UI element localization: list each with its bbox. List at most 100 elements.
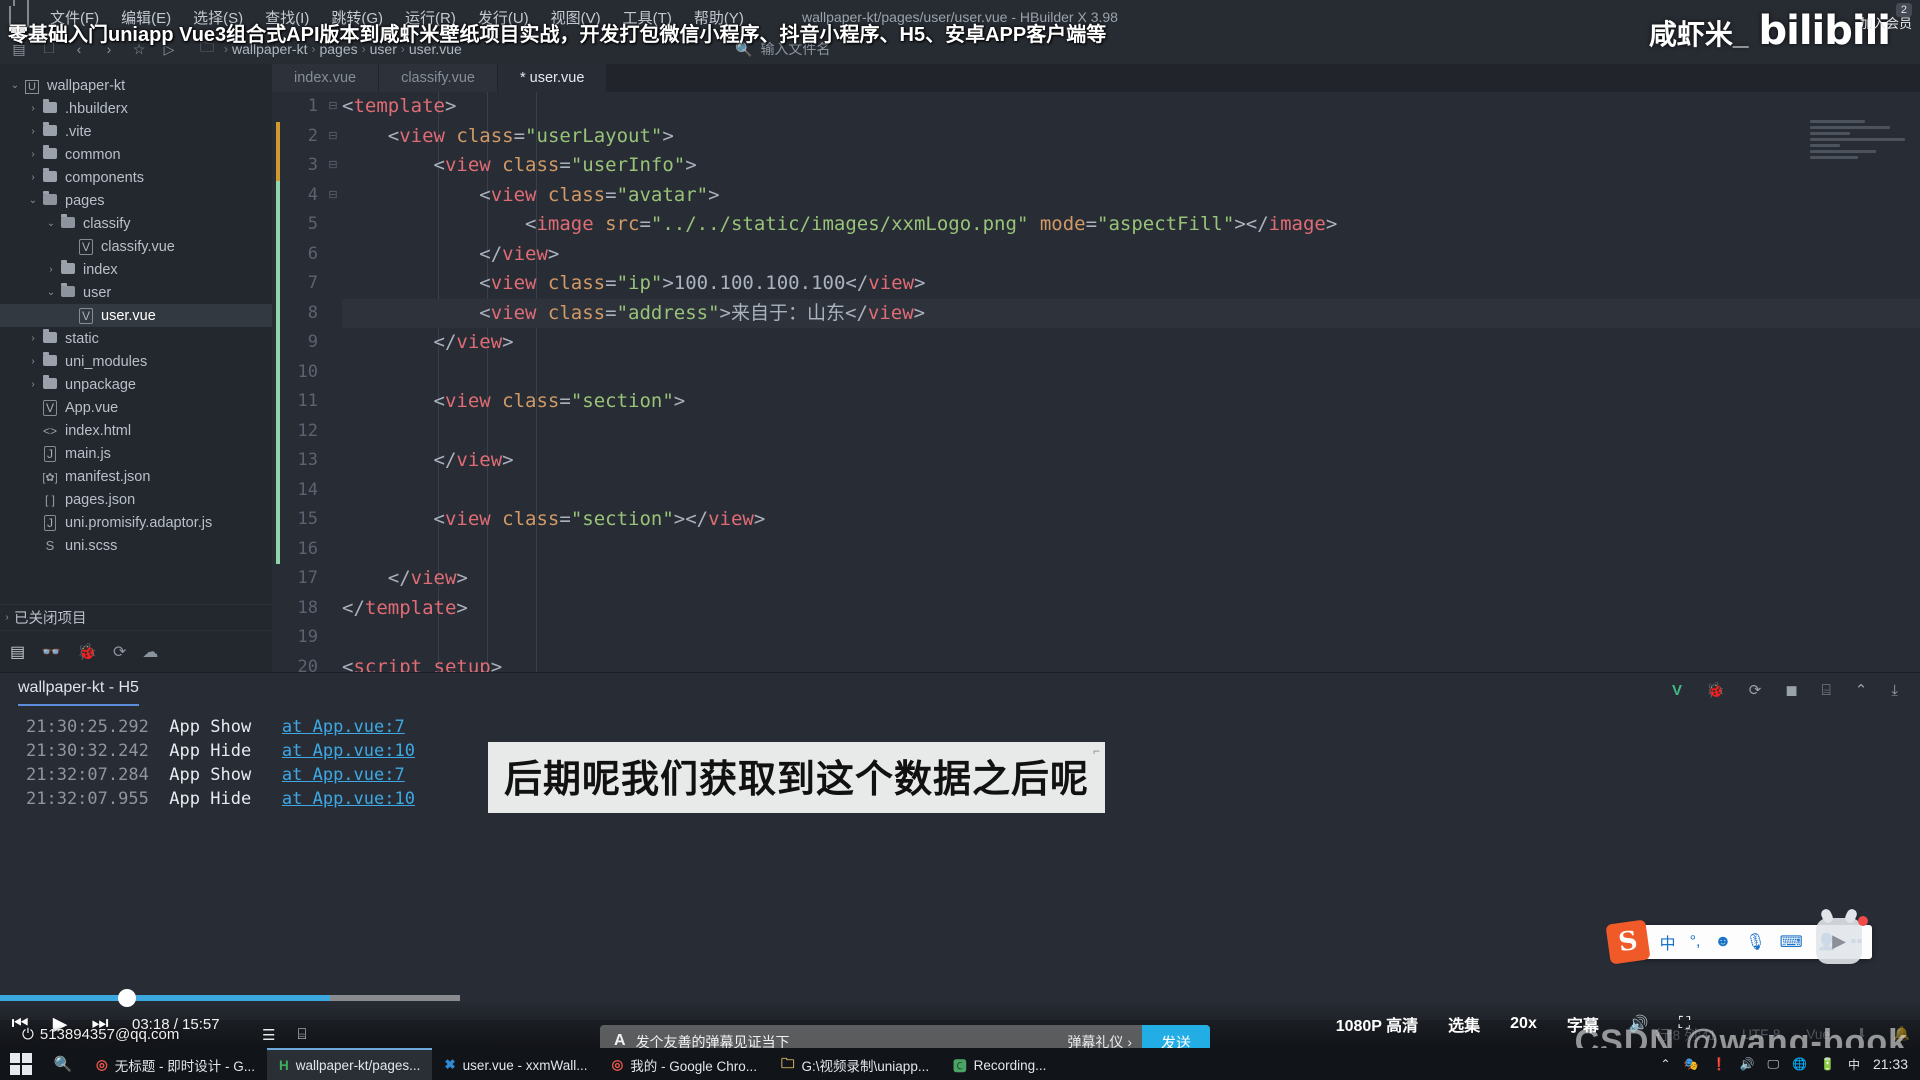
taskbar-item-4[interactable]: 🗀 G:\视频录制\uniapp... (769, 1048, 941, 1080)
code-editor[interactable]: index.vue classify.vue * user.vue 12345678… (272, 64, 1920, 672)
terminal-share-icon[interactable]: ⟳ (113, 642, 126, 662)
chevron-right-icon[interactable]: › (26, 126, 40, 137)
tree-item-unpackage[interactable]: › unpackage (0, 373, 272, 396)
tree-item-uni-promisify-adaptor-js[interactable]: Juni.promisify.adaptor.js (0, 511, 272, 534)
cloud-icon[interactable]: ☁ (142, 642, 158, 662)
overlay-icon-group[interactable]: ☰ ⌸ (262, 1026, 306, 1044)
bilibili-floating-icon[interactable]: ▶ (1816, 918, 1862, 964)
chevron-up-icon[interactable]: ⌃ (1661, 1057, 1671, 1071)
fold-column[interactable]: ⊟ ⊟ ⊟ ⊟ (324, 92, 342, 672)
taskbar-item-0[interactable]: ◎ 无标题 - 即时设计 - G... (84, 1048, 267, 1080)
console-panel[interactable]: wallpaper-kt - H5 V 🐞 ⟳ ◼ ⌸ ⌃ ⤓ 21:30:25… (0, 672, 1920, 1020)
playlist-icon[interactable]: ☰ (262, 1026, 275, 1044)
system-tray[interactable]: ⌃ 🎭 ❗ 🔊 🖵 🌐 🔋 中 21:33 (1661, 1048, 1920, 1080)
stop-icon[interactable]: ◼ (1785, 681, 1797, 699)
editor-tab-bar[interactable]: index.vue classify.vue * user.vue (272, 64, 1920, 92)
search-icon[interactable]: 👓 (41, 642, 61, 662)
code-line[interactable]: </view> (342, 328, 1920, 358)
code-line[interactable]: </view> (342, 446, 1920, 476)
fold-toggle-icon[interactable]: ⊟ (324, 122, 342, 152)
code-line[interactable]: <view class="section"> (342, 387, 1920, 417)
tree-item-uni-modules[interactable]: › uni_modules (0, 350, 272, 373)
editor-tab-user.vue[interactable]: * user.vue (497, 64, 608, 92)
code-line[interactable]: <view class="userLayout"> (342, 122, 1920, 152)
tree-item-main-js[interactable]: Jmain.js (0, 442, 272, 465)
tree-item-classify[interactable]: ⌄ classify (0, 212, 272, 235)
code-line[interactable] (342, 358, 1920, 388)
chevron-right-icon[interactable]: › (44, 264, 58, 275)
code-line[interactable]: <view class="ip">100.100.100.100</view> (342, 269, 1920, 299)
tree-item-wallpaper-kt[interactable]: ⌄ Uwallpaper-kt (0, 74, 272, 97)
emoji-icon[interactable]: ☻ (1714, 933, 1731, 951)
code-line[interactable]: </view> (342, 240, 1920, 270)
tree-item--vite[interactable]: › .vite (0, 120, 272, 143)
code-line[interactable]: <view class="avatar"> (342, 181, 1920, 211)
tree-item-pages[interactable]: ⌄ pages (0, 189, 272, 212)
tree-item-app-vue[interactable]: V App.vue (0, 396, 272, 419)
member-hint-label[interactable]: 加入会员 (1860, 16, 1912, 31)
taskbar-item-3[interactable]: ◎ 我的 - Google Chro... (599, 1048, 769, 1080)
taskbar-clock[interactable]: 21:33 (1873, 1056, 1908, 1072)
chevron-right-icon[interactable]: › (26, 103, 40, 114)
tree-item-components[interactable]: › components (0, 166, 272, 189)
episodes-button[interactable]: 选集 (1448, 1012, 1480, 1036)
chevron-right-icon[interactable]: › (26, 149, 40, 160)
minimap[interactable] (1810, 120, 1910, 250)
terminal-icon[interactable]: ⌸ (297, 1026, 306, 1044)
chevron-down-icon[interactable]: ⌄ (44, 218, 58, 229)
windows-start-icon[interactable] (0, 1053, 42, 1075)
net-icon[interactable]: 🌐 (1792, 1057, 1807, 1071)
closed-projects-row[interactable]: › 已关闭项目 (0, 604, 272, 630)
ime-zh-icon[interactable]: 中 (1848, 1056, 1860, 1073)
tree-item-pages-json[interactable]: [ ] pages.json (0, 488, 272, 511)
widescreen-icon[interactable]: ⛶ (1679, 1015, 1690, 1033)
collapse-icon[interactable]: ⌃ (1855, 681, 1868, 699)
code-area[interactable]: 1 2 3 4 5 6 7 8 9 10 11 12 13 14 15 16 17 18 19 20 ⊟ ⊟ ⊟ ⊟ <te… (272, 92, 1920, 672)
chevron-down-icon[interactable]: ⌄ (26, 195, 40, 206)
code-line[interactable]: <view class="userInfo"> (342, 151, 1920, 181)
battery-icon[interactable]: 🔋 (1820, 1057, 1835, 1071)
log-source-link[interactable]: at App.vue:7 (282, 715, 405, 739)
tree-item-user-vue[interactable]: Vuser.vue (0, 304, 272, 327)
restart-icon[interactable]: ⟳ (1749, 681, 1762, 699)
taskbar-item-5[interactable]: 🅲 Recording... (941, 1048, 1058, 1080)
volume-icon[interactable]: 🔊 (1740, 1057, 1755, 1071)
ime-mode-label[interactable]: 中 (1660, 930, 1676, 954)
windows-taskbar[interactable]: 🔍 ◎ 无标题 - 即时设计 - G... Hwallpaper-kt/pages.… (0, 1048, 1920, 1080)
player-progress-bar[interactable] (0, 989, 1920, 1007)
volume-icon[interactable]: 🔊 (1629, 1014, 1649, 1034)
tree-item-static[interactable]: › static (0, 327, 272, 350)
editor-tab-index.vue[interactable]: index.vue (272, 64, 380, 92)
progress-handle[interactable] (118, 989, 136, 1007)
code-line[interactable]: </view> (342, 564, 1920, 594)
log-source-link[interactable]: at App.vue:10 (282, 739, 415, 763)
chevron-right-icon[interactable]: › (26, 333, 40, 344)
code-line[interactable]: <view class="address">来自于：山东</view> (342, 298, 1920, 328)
warning-icon[interactable]: ❗ (1712, 1057, 1727, 1071)
chevron-down-icon[interactable]: ⌄ (8, 80, 22, 91)
player-right-controls[interactable]: 1080P 高清 选集 20x 字幕 🔊 ⛶ (1336, 1012, 1690, 1036)
sidebar-tool-strip[interactable]: ▤ 👓 🐞 ⟳ ☁ (0, 630, 272, 672)
app-icon[interactable]: 🎭 (1684, 1057, 1699, 1071)
notification-badge[interactable]: 2 (1895, 3, 1912, 18)
punctuation-icon[interactable]: °, (1690, 933, 1701, 951)
search-icon[interactable]: 🔍 (42, 1055, 84, 1073)
debug-icon[interactable]: 🐞 (77, 642, 97, 662)
code-line[interactable]: <script setup> (342, 653, 1920, 673)
code-line[interactable] (342, 476, 1920, 506)
explorer-icon[interactable]: ▤ (10, 642, 25, 662)
fold-toggle-icon[interactable]: ⊟ (324, 151, 342, 181)
project-explorer[interactable]: ⌄ Uwallpaper-kt › .hbuilderx › .vite › common › c… (0, 64, 272, 672)
vue-devtools-icon[interactable]: V (1672, 682, 1682, 699)
member-hint[interactable]: 2 加入会员 (1860, 2, 1912, 31)
speed-selector[interactable]: 20x (1510, 1015, 1537, 1033)
fold-toggle-icon[interactable]: ⊟ (324, 181, 342, 211)
tree-item-index-html[interactable]: <> index.html (0, 419, 272, 442)
tree-item-manifest-json[interactable]: [✿] manifest.json (0, 465, 272, 488)
code-line[interactable]: <image src="../../static/images/xxmLogo.… (342, 210, 1920, 240)
chevron-right-icon[interactable]: › (26, 356, 40, 367)
chevron-right-icon[interactable]: › (26, 172, 40, 183)
log-source-link[interactable]: at App.vue:7 (282, 763, 405, 787)
tree-item--hbuilderx[interactable]: › .hbuilderx (0, 97, 272, 120)
tree-item-common[interactable]: › common (0, 143, 272, 166)
